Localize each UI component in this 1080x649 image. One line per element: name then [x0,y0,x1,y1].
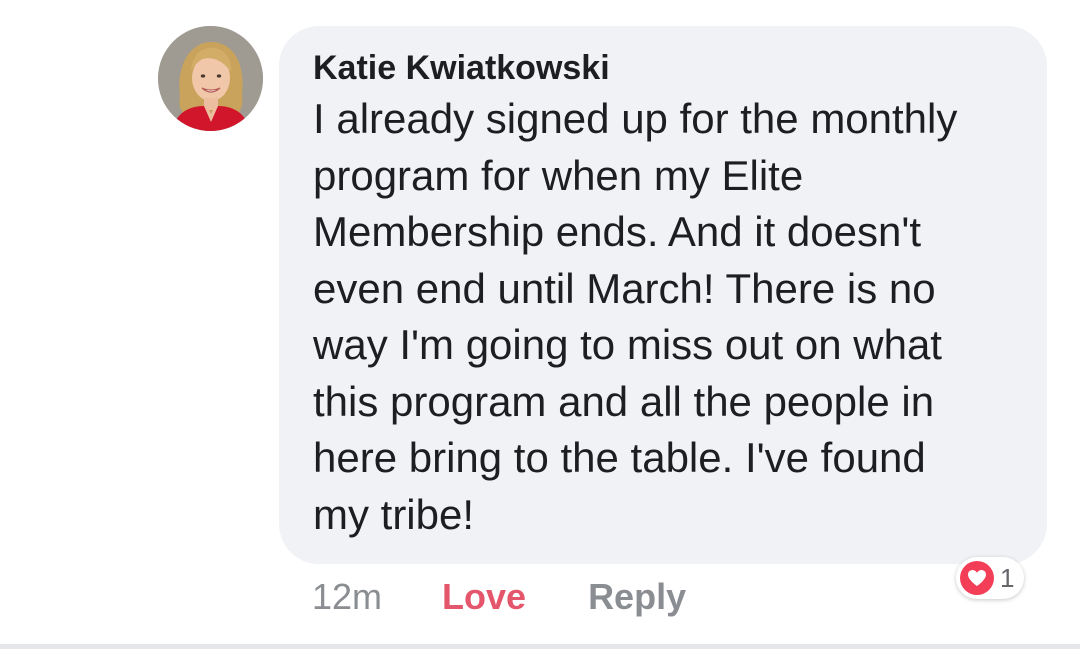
heart-icon [960,561,994,595]
reaction-summary[interactable]: 1 [956,557,1025,599]
divider [0,644,1080,649]
comment-bubble: Katie Kwiatkowski I already signed up fo… [279,26,1047,564]
love-button[interactable]: Love [442,576,526,618]
reply-button[interactable]: Reply [588,576,686,618]
comment-timestamp[interactable]: 12m [312,576,382,618]
reaction-count: 1 [1000,562,1015,593]
comment-actions: 12m Love Reply [312,575,686,619]
comment: Katie Kwiatkowski I already signed up fo… [0,0,1080,649]
comment-text: I already signed up for the monthly prog… [313,95,958,538]
comment-author[interactable]: Katie Kwiatkowski [313,48,1017,88]
avatar[interactable] [158,26,263,131]
profile-photo-icon [158,26,263,131]
